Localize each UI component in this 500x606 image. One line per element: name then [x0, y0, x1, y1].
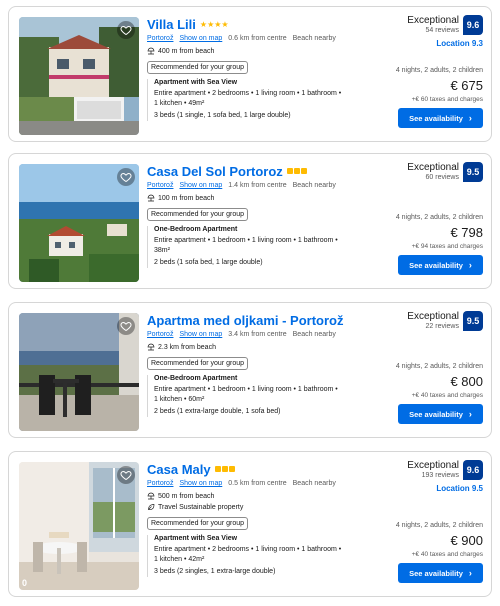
property-name[interactable]: Casa Maly [147, 462, 211, 477]
recommended-badge: Recommended for your group [147, 208, 248, 221]
taxes-and-charges: +€ 94 taxes and charges [411, 243, 483, 250]
recommended-badge: Recommended for your group [147, 517, 248, 530]
beach-umbrella-icon [147, 492, 155, 500]
favorite-heart-icon[interactable] [117, 317, 135, 335]
stay-details: 4 nights, 2 adults, 2 children [395, 67, 483, 74]
photo-counter: 0 [22, 578, 28, 588]
price: € 800 [450, 374, 483, 389]
apartment-rating [286, 168, 307, 174]
favorite-heart-icon[interactable] [117, 168, 135, 186]
recommended-badge: Recommended for your group [147, 61, 248, 74]
room-details: One-Bedroom Apartment Entire apartment •… [147, 226, 387, 268]
review-score-label: Exceptional [407, 460, 459, 471]
stay-details: 4 nights, 2 adults, 2 children [395, 363, 483, 370]
property-name[interactable]: Apartma med oljkami - Portorož [147, 313, 343, 328]
property-card[interactable]: Apartma med oljkami - Portorož Portorož … [8, 302, 492, 438]
price: € 675 [450, 78, 483, 93]
review-count: 22 reviews [425, 323, 459, 330]
property-card[interactable]: Villa Lili ★★★★ Portorož Show on map 0.6… [8, 6, 492, 142]
review-count: 54 reviews [425, 27, 459, 34]
chevron-right-icon: › [468, 568, 472, 578]
star-rating: ★★★★ [199, 19, 229, 29]
show-on-map-link[interactable]: Show on map [179, 35, 222, 42]
price: € 900 [450, 533, 483, 548]
chevron-right-icon: › [468, 113, 472, 123]
show-on-map-link[interactable]: Show on map [179, 331, 222, 338]
see-availability-button[interactable]: See availability › [398, 404, 483, 424]
town-link[interactable]: Portorož [147, 182, 173, 189]
chevron-right-icon: › [468, 260, 472, 270]
room-details: Apartment with Sea View Entire apartment… [147, 79, 387, 121]
show-on-map-link[interactable]: Show on map [179, 480, 222, 487]
taxes-and-charges: +€ 40 taxes and charges [411, 551, 483, 558]
town-link[interactable]: Portorož [147, 331, 173, 338]
favorite-heart-icon[interactable] [117, 21, 135, 39]
property-card[interactable]: 0 Casa Maly Portorož Show on map 0.5 km … [8, 451, 492, 597]
beach-distance: 100 m from beach [158, 194, 215, 202]
stay-details: 4 nights, 2 adults, 2 children [395, 214, 483, 221]
see-availability-button[interactable]: See availability › [398, 108, 483, 128]
taxes-and-charges: +€ 40 taxes and charges [411, 392, 483, 399]
property-name[interactable]: Casa Del Sol Portoroz [147, 164, 283, 179]
town-link[interactable]: Portorož [147, 35, 173, 42]
beach-distance: 500 m from beach [158, 492, 215, 500]
see-availability-button[interactable]: See availability › [398, 255, 483, 275]
review-score-badge: 9.5 [463, 311, 483, 331]
beach-nearby-tag: Beach nearby [292, 331, 336, 338]
see-availability-button[interactable]: See availability › [398, 563, 483, 583]
taxes-and-charges: +€ 60 taxes and charges [411, 96, 483, 103]
review-score-badge: 9.6 [463, 15, 483, 35]
review-score-label: Exceptional [407, 162, 459, 173]
property-photo[interactable] [19, 17, 139, 135]
room-details: One-Bedroom Apartment Entire apartment •… [147, 375, 387, 417]
property-photo[interactable]: 0 [19, 462, 139, 590]
chevron-right-icon: › [468, 409, 472, 419]
beach-umbrella-icon [147, 343, 155, 351]
review-score-badge: 9.6 [463, 460, 483, 480]
property-name[interactable]: Villa Lili [147, 17, 196, 32]
beach-distance: 2.3 km from beach [158, 343, 216, 351]
beach-umbrella-icon [147, 194, 155, 202]
price: € 798 [450, 225, 483, 240]
recommended-badge: Recommended for your group [147, 357, 248, 370]
property-photo[interactable] [19, 313, 139, 431]
town-link[interactable]: Portorož [147, 480, 173, 487]
property-photo[interactable] [19, 164, 139, 282]
distance-from-centre: 3.4 km from centre [228, 331, 287, 338]
review-count: 193 reviews [421, 472, 459, 479]
location-score: Location 9.3 [436, 39, 483, 48]
beach-nearby-tag: Beach nearby [292, 35, 336, 42]
distance-from-centre: 0.6 km from centre [228, 35, 287, 42]
travel-sustainable-badge: Travel Sustainable property [158, 503, 244, 511]
favorite-heart-icon[interactable] [117, 466, 135, 484]
show-on-map-link[interactable]: Show on map [179, 182, 222, 189]
property-card[interactable]: Casa Del Sol Portoroz Portorož Show on m… [8, 153, 492, 289]
review-score-label: Exceptional [407, 15, 459, 26]
stay-details: 4 nights, 2 adults, 2 children [395, 522, 483, 529]
review-score-badge: 9.5 [463, 162, 483, 182]
beach-nearby-tag: Beach nearby [292, 182, 336, 189]
beach-umbrella-icon [147, 47, 155, 55]
location-score: Location 9.5 [436, 484, 483, 493]
distance-from-centre: 1.4 km from centre [228, 182, 287, 189]
room-details: Apartment with Sea View Entire apartment… [147, 535, 387, 577]
review-score-label: Exceptional [407, 311, 459, 322]
beach-nearby-tag: Beach nearby [292, 480, 336, 487]
distance-from-centre: 0.5 km from centre [228, 480, 287, 487]
review-count: 60 reviews [425, 174, 459, 181]
beach-distance: 400 m from beach [158, 47, 215, 55]
leaf-icon [148, 504, 155, 510]
apartment-rating [214, 466, 235, 472]
